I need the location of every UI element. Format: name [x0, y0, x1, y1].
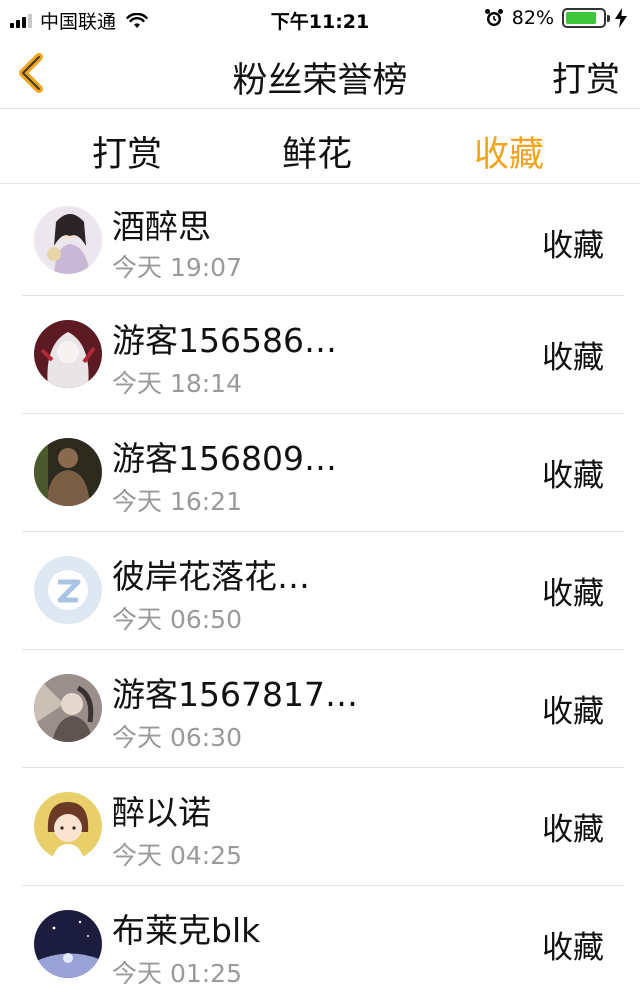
- user-name: 酒醉思: [112, 207, 211, 246]
- list-item[interactable]: 游客156809… 今天 16:21 收藏: [22, 414, 624, 532]
- tab-favorites[interactable]: 收藏: [474, 126, 544, 177]
- tab-reward[interactable]: 打赏: [92, 126, 162, 177]
- avatar[interactable]: [34, 792, 102, 860]
- action-label: 收藏: [542, 576, 604, 612]
- action-label: 收藏: [542, 340, 604, 376]
- user-name: 游客156809…: [112, 439, 337, 478]
- user-name: 游客156586…: [112, 321, 337, 360]
- page-title: 粉丝荣誉榜: [232, 61, 408, 101]
- time-label: 今天 01:25: [112, 959, 242, 988]
- list-item[interactable]: 醉以诺 今天 04:25 收藏: [22, 768, 624, 886]
- user-name: 布莱克blk: [112, 911, 261, 950]
- time-label: 今天 16:21: [112, 487, 242, 516]
- list-item[interactable]: 酒醉思 今天 19:07 收藏: [22, 184, 624, 296]
- action-label: 收藏: [542, 694, 604, 730]
- user-name: 游客1567817…: [112, 675, 358, 714]
- alarm-icon: [484, 9, 503, 26]
- time-label: 今天 06:50: [112, 605, 242, 634]
- avatar[interactable]: [34, 320, 102, 388]
- time-label: 今天 04:25: [112, 841, 242, 870]
- battery-icon: [562, 8, 610, 28]
- time-label: 今天 06:30: [112, 723, 242, 752]
- user-name: 醉以诺: [112, 793, 211, 832]
- action-label: 收藏: [542, 930, 604, 966]
- action-label: 收藏: [542, 812, 604, 848]
- charging-icon: [615, 8, 627, 28]
- list-item[interactable]: 游客1567817… 今天 06:30 收藏: [22, 650, 624, 768]
- tab-bar: 打赏 鲜花 收藏: [0, 109, 640, 184]
- status-right: 82%: [484, 7, 628, 29]
- fan-list: 酒醉思 今天 19:07 收藏 游客156586… 今天 18:14 收藏 游客…: [0, 184, 640, 989]
- action-label: 收藏: [542, 228, 604, 264]
- avatar[interactable]: [34, 556, 102, 624]
- navigation-bar: 粉丝荣誉榜 打赏: [0, 36, 640, 109]
- avatar[interactable]: [34, 438, 102, 506]
- avatar[interactable]: [34, 674, 102, 742]
- user-name: 彼岸花落花…: [112, 557, 310, 596]
- tab-flowers[interactable]: 鲜花: [282, 126, 352, 177]
- status-bar: 中国联通 下午11:21 82%: [0, 0, 640, 36]
- list-item[interactable]: 彼岸花落花… 今天 06:50 收藏: [22, 532, 624, 650]
- time-label: 今天 19:07: [112, 253, 242, 282]
- action-label: 收藏: [542, 458, 604, 494]
- battery-fill: [566, 12, 596, 24]
- time-label: 今天 18:14: [112, 369, 242, 398]
- avatar[interactable]: [34, 910, 102, 978]
- battery-percent: 82%: [511, 7, 554, 29]
- avatar[interactable]: [34, 206, 102, 274]
- reward-button[interactable]: 打赏: [552, 52, 620, 101]
- list-item[interactable]: 游客156586… 今天 18:14 收藏: [22, 296, 624, 414]
- list-item[interactable]: 布莱克blk 今天 01:25 收藏: [22, 886, 624, 989]
